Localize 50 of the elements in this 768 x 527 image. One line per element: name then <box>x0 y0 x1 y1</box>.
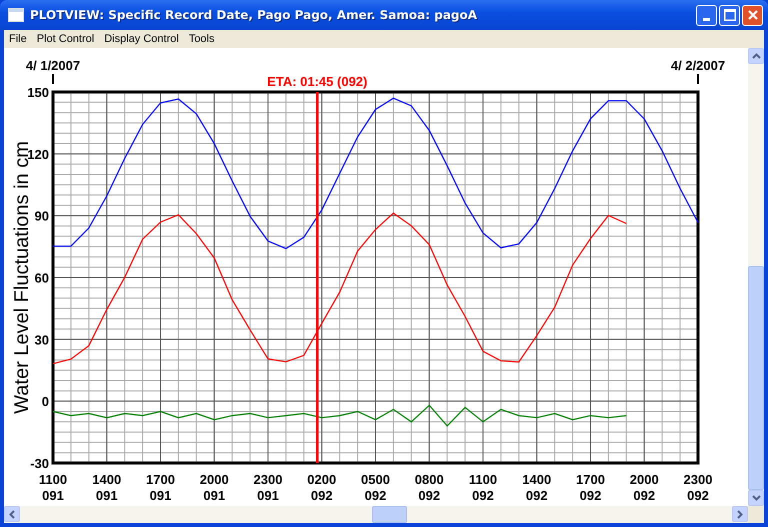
axis-tick-label: 1700 092 <box>576 472 605 503</box>
chevron-left-icon <box>9 510 15 518</box>
horizontal-scrollbar[interactable] <box>4 506 748 523</box>
maximize-icon <box>724 9 736 21</box>
close-icon <box>748 10 758 20</box>
axis-tick-label: 150 <box>27 85 49 100</box>
chevron-up-icon <box>752 53 760 59</box>
minimize-icon <box>703 18 710 20</box>
vertical-scrollbar[interactable] <box>748 48 764 506</box>
axis-tick-label: -30 <box>30 456 49 471</box>
axis-tick-label: 120 <box>27 146 49 162</box>
date-label: 4/ 2/2007 <box>670 58 726 73</box>
date-label: 4/ 1/2007 <box>26 58 80 73</box>
axis-tick-label: 60 <box>34 270 49 286</box>
axis-tick-label: 30 <box>34 332 49 348</box>
axis-tick-label: 0800 092 <box>414 472 444 503</box>
scroll-up-button[interactable] <box>748 48 764 64</box>
chevron-right-icon <box>737 510 743 518</box>
axis-tick-label: 1700 091 <box>146 472 175 503</box>
chevron-down-icon <box>752 495 760 501</box>
axis-tick-label: 2000 092 <box>630 472 659 503</box>
close-button[interactable] <box>742 4 763 26</box>
axis-tick-label: 1100 091 <box>38 472 68 503</box>
axis-tick-label: 1100 092 <box>468 472 498 503</box>
axis-tick-label: 1400 092 <box>522 472 552 503</box>
axis-tick-label: 0500 092 <box>361 472 390 503</box>
menu-item[interactable]: Display Control <box>99 33 184 45</box>
minimize-button[interactable] <box>696 4 717 26</box>
axis-tick-label: 0 <box>42 394 49 410</box>
window-title: PLOTVIEW: Specific Record Date, Pago Pago, Amer. Samoa: pagoA <box>30 8 478 22</box>
axis-tick-label: 90 <box>34 208 49 224</box>
date-marker <box>697 74 699 84</box>
axis-tick-label: 1400 091 <box>92 472 122 503</box>
resize-grip[interactable] <box>748 506 764 523</box>
scroll-right-button[interactable] <box>732 506 748 522</box>
axis-tick-label: 2300 091 <box>254 472 282 503</box>
axis-tick-label: 2300 092 <box>684 472 712 503</box>
axis-tick-label: 0200 092 <box>307 472 336 503</box>
scroll-left-button[interactable] <box>4 506 20 522</box>
menu-item[interactable]: Tools <box>184 33 220 45</box>
marker-label: ETA: 01:45 (092) <box>267 74 368 89</box>
menu-item[interactable]: Plot Control <box>32 33 100 45</box>
maximize-button[interactable] <box>719 4 740 26</box>
scroll-thumb[interactable] <box>372 506 407 523</box>
scroll-down-button[interactable] <box>748 490 764 506</box>
window-icon <box>8 8 24 22</box>
scroll-thumb[interactable] <box>748 266 764 490</box>
date-marker <box>52 74 54 84</box>
axis-tick-label: 2000 091 <box>200 472 229 503</box>
menu-item[interactable]: File <box>4 33 32 45</box>
